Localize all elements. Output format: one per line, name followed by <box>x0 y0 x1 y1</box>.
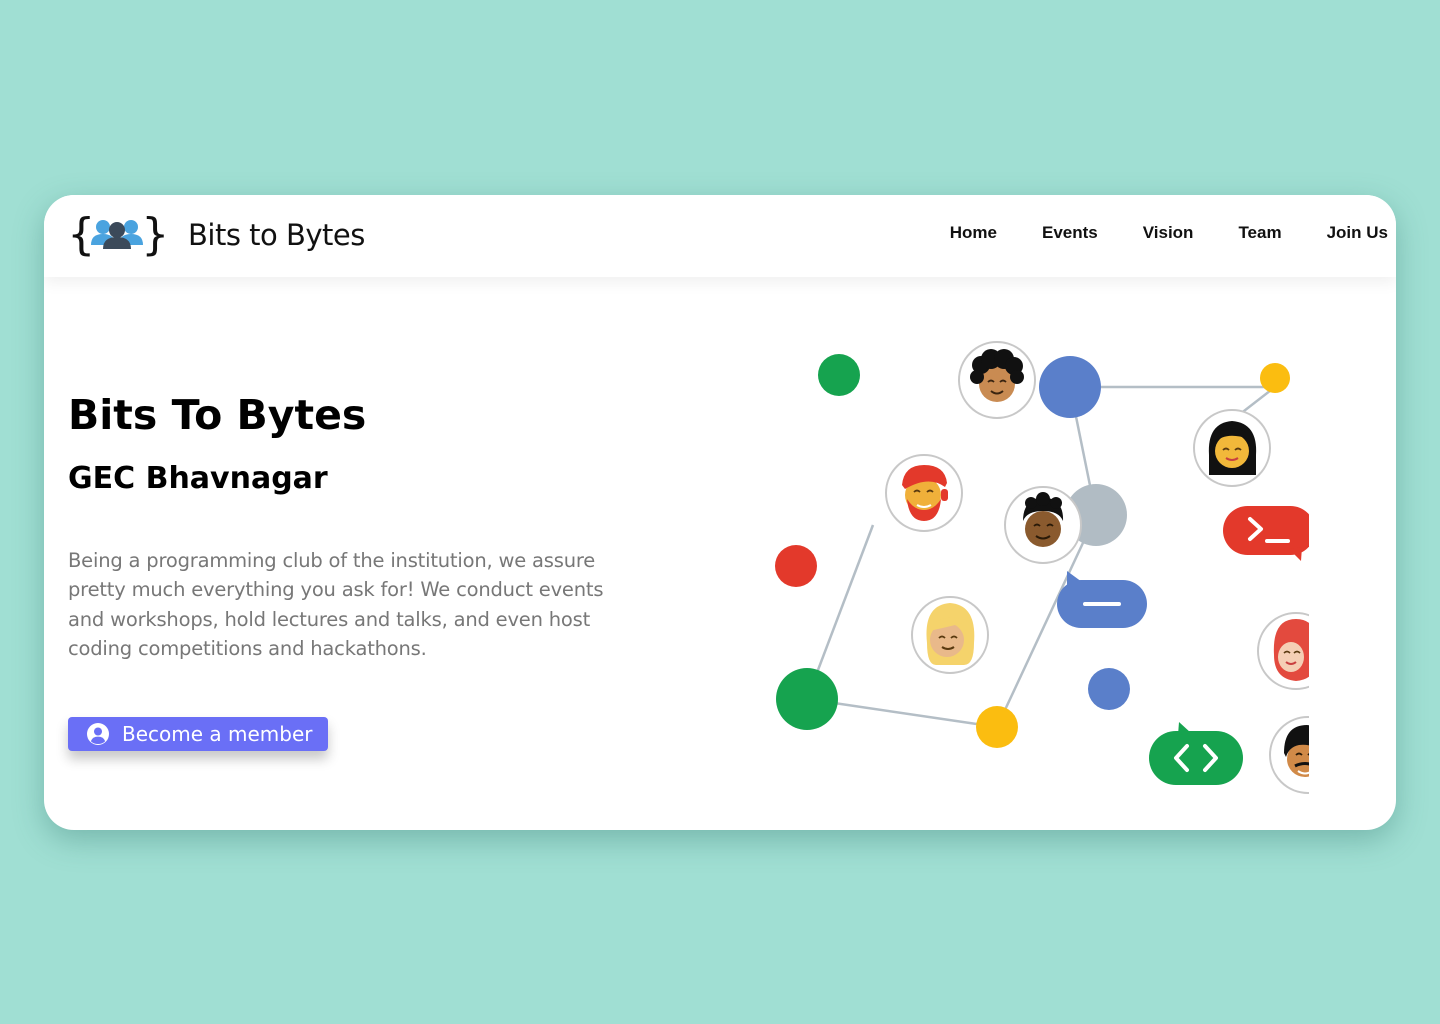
nav-link-events[interactable]: Events <box>1042 223 1098 243</box>
terminal-bubble-icon <box>1223 506 1309 561</box>
blue-dot <box>1088 668 1130 710</box>
red-dot <box>775 545 817 587</box>
hero-card: { } Bits to Bytes Home Events Vision Tea… <box>44 195 1396 830</box>
green-dot <box>776 668 838 730</box>
user-circle-icon <box>87 723 109 745</box>
community-network-illustration <box>775 341 1309 794</box>
chat-bubble-icon <box>1057 571 1147 628</box>
avatar-red-beard-icon <box>885 454 963 532</box>
green-dot <box>818 354 860 396</box>
code-bubble-icon <box>1149 722 1243 785</box>
svg-text:{: { <box>68 209 95 260</box>
hero-subtitle: GEC Bhavnagar <box>68 461 328 496</box>
hero-description: Being a programming club of the institut… <box>68 549 604 660</box>
main-nav: Home Events Vision Team Join Us <box>950 195 1388 270</box>
nav-link-vision[interactable]: Vision <box>1143 223 1194 243</box>
nav-link-join-us[interactable]: Join Us <box>1327 223 1388 243</box>
nav-link-home[interactable]: Home <box>950 223 997 243</box>
avatar-hijab-icon <box>1257 612 1309 690</box>
become-member-button[interactable]: Become a member <box>68 717 328 751</box>
navbar: { } Bits to Bytes Home Events Vision Tea… <box>44 195 1396 277</box>
blue-dot <box>1039 356 1101 418</box>
yellow-dot <box>976 706 1018 748</box>
yellow-dot <box>1260 363 1290 393</box>
avatar-man-icon <box>1004 486 1082 564</box>
avatar-blonde-icon <box>911 596 989 674</box>
svg-text:}: } <box>142 209 168 260</box>
brand-link[interactable]: { } Bits to Bytes <box>68 207 365 263</box>
avatar-girl-icon <box>1193 409 1271 487</box>
avatar-mustache-icon <box>1269 716 1309 794</box>
hero-title: Bits To Bytes <box>68 391 367 439</box>
nav-link-team[interactable]: Team <box>1238 223 1281 243</box>
brand-name: Bits to Bytes <box>188 218 365 252</box>
become-member-label: Become a member <box>122 722 313 746</box>
avatar-curly-hair-icon <box>958 341 1036 419</box>
people-braces-icon: { } <box>68 209 168 260</box>
